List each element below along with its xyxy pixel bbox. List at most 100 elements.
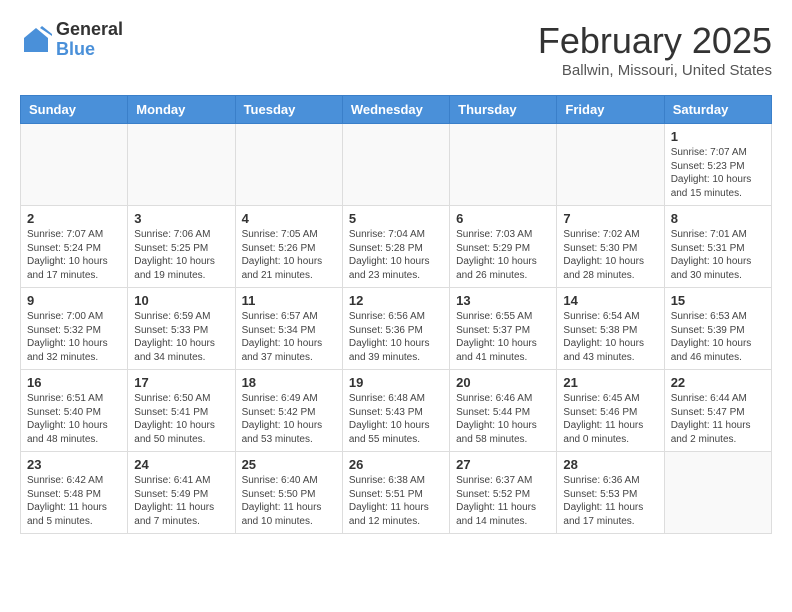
day-number: 8 bbox=[671, 211, 765, 226]
calendar-cell: 28 Sunrise: 6:36 AMSunset: 5:53 PMDayligh… bbox=[557, 452, 664, 534]
day-info: Sunrise: 6:54 AMSunset: 5:38 PMDaylight:… bbox=[563, 310, 657, 364]
day-info: Sunrise: 7:05 AMSunset: 5:26 PMDaylight:… bbox=[242, 228, 336, 282]
calendar-header-row: SundayMondayTuesdayWednesdayThursdayFrid… bbox=[21, 96, 772, 124]
calendar-cell: 1 Sunrise: 7:07 AMSunset: 5:23 PMDaylight… bbox=[664, 124, 771, 206]
calendar-week-row: 9 Sunrise: 7:00 AMSunset: 5:32 PMDaylight… bbox=[21, 288, 772, 370]
day-number: 28 bbox=[563, 457, 657, 472]
day-info: Sunrise: 6:49 AMSunset: 5:42 PMDaylight:… bbox=[242, 392, 336, 446]
day-number: 5 bbox=[349, 211, 443, 226]
day-info: Sunrise: 6:37 AMSunset: 5:52 PMDaylight:… bbox=[456, 474, 550, 528]
calendar-cell: 4 Sunrise: 7:05 AMSunset: 5:26 PMDaylight… bbox=[235, 206, 342, 288]
day-info: Sunrise: 7:03 AMSunset: 5:29 PMDaylight:… bbox=[456, 228, 550, 282]
calendar-cell: 23Sunrise: 6:42 AMSunset: 5:48 PMDayligh… bbox=[21, 452, 128, 534]
calendar-cell: 17 Sunrise: 6:50 AMSunset: 5:41 PMDayligh… bbox=[128, 370, 235, 452]
day-info: Sunrise: 6:57 AMSunset: 5:34 PMDaylight:… bbox=[242, 310, 336, 364]
day-info: Sunrise: 6:36 AMSunset: 5:53 PMDaylight:… bbox=[563, 474, 657, 528]
calendar-cell: 12 Sunrise: 6:56 AMSunset: 5:36 PMDayligh… bbox=[342, 288, 449, 370]
calendar-cell: 13 Sunrise: 6:55 AMSunset: 5:37 PMDayligh… bbox=[450, 288, 557, 370]
day-number: 4 bbox=[242, 211, 336, 226]
day-number: 25 bbox=[242, 457, 336, 472]
day-info: Sunrise: 7:04 AMSunset: 5:28 PMDaylight:… bbox=[349, 228, 443, 282]
calendar-cell: 11 Sunrise: 6:57 AMSunset: 5:34 PMDayligh… bbox=[235, 288, 342, 370]
day-info: Sunrise: 6:56 AMSunset: 5:36 PMDaylight:… bbox=[349, 310, 443, 364]
day-number: 2 bbox=[27, 211, 121, 226]
day-number: 19 bbox=[349, 375, 443, 390]
day-number: 24 bbox=[134, 457, 228, 472]
calendar-week-row: 1 Sunrise: 7:07 AMSunset: 5:23 PMDaylight… bbox=[21, 124, 772, 206]
calendar-cell: 26Sunrise: 6:38 AMSunset: 5:51 PMDayligh… bbox=[342, 452, 449, 534]
day-info: Sunrise: 6:42 AMSunset: 5:48 PMDaylight:… bbox=[27, 474, 121, 528]
day-info: Sunrise: 7:07 AMSunset: 5:23 PMDaylight:… bbox=[671, 146, 765, 200]
logo-icon bbox=[20, 24, 52, 56]
calendar-cell bbox=[342, 124, 449, 206]
day-info: Sunrise: 6:55 AMSunset: 5:37 PMDaylight:… bbox=[456, 310, 550, 364]
day-info: Sunrise: 6:44 AMSunset: 5:47 PMDaylight:… bbox=[671, 392, 765, 446]
day-number: 3 bbox=[134, 211, 228, 226]
weekday-header-monday: Monday bbox=[128, 96, 235, 124]
calendar-cell bbox=[21, 124, 128, 206]
day-number: 22 bbox=[671, 375, 765, 390]
day-info: Sunrise: 7:00 AMSunset: 5:32 PMDaylight:… bbox=[27, 310, 121, 364]
calendar-cell: 16Sunrise: 6:51 AMSunset: 5:40 PMDayligh… bbox=[21, 370, 128, 452]
day-info: Sunrise: 7:06 AMSunset: 5:25 PMDaylight:… bbox=[134, 228, 228, 282]
calendar-cell: 22 Sunrise: 6:44 AMSunset: 5:47 PMDayligh… bbox=[664, 370, 771, 452]
calendar-cell: 25 Sunrise: 6:40 AMSunset: 5:50 PMDayligh… bbox=[235, 452, 342, 534]
calendar-cell: 5 Sunrise: 7:04 AMSunset: 5:28 PMDaylight… bbox=[342, 206, 449, 288]
logo-text: General Blue bbox=[56, 20, 123, 60]
weekday-header-saturday: Saturday bbox=[664, 96, 771, 124]
month-year-title: February 2025 bbox=[538, 20, 772, 62]
weekday-header-sunday: Sunday bbox=[21, 96, 128, 124]
calendar-cell bbox=[664, 452, 771, 534]
page-header: General Blue February 2025 Ballwin, Miss… bbox=[20, 20, 772, 79]
day-number: 13 bbox=[456, 293, 550, 308]
calendar-cell: 3 Sunrise: 7:06 AMSunset: 5:25 PMDaylight… bbox=[128, 206, 235, 288]
day-info: Sunrise: 6:40 AMSunset: 5:50 PMDaylight:… bbox=[242, 474, 336, 528]
day-info: Sunrise: 7:01 AMSunset: 5:31 PMDaylight:… bbox=[671, 228, 765, 282]
day-info: Sunrise: 6:38 AMSunset: 5:51 PMDaylight:… bbox=[349, 474, 443, 528]
calendar-cell bbox=[128, 124, 235, 206]
calendar-cell: 10 Sunrise: 6:59 AMSunset: 5:33 PMDayligh… bbox=[128, 288, 235, 370]
day-number: 7 bbox=[563, 211, 657, 226]
day-number: 12 bbox=[349, 293, 443, 308]
logo-general-text: General bbox=[56, 20, 123, 40]
day-number: 11 bbox=[242, 293, 336, 308]
calendar-cell bbox=[450, 124, 557, 206]
calendar-cell: 2Sunrise: 7:07 AMSunset: 5:24 PMDaylight… bbox=[21, 206, 128, 288]
calendar-cell: 24Sunrise: 6:41 AMSunset: 5:49 PMDayligh… bbox=[128, 452, 235, 534]
calendar-cell: 20 Sunrise: 6:46 AMSunset: 5:44 PMDayligh… bbox=[450, 370, 557, 452]
calendar-cell: 8 Sunrise: 7:01 AMSunset: 5:31 PMDaylight… bbox=[664, 206, 771, 288]
logo: General Blue bbox=[20, 20, 123, 60]
day-number: 15 bbox=[671, 293, 765, 308]
day-info: Sunrise: 6:48 AMSunset: 5:43 PMDaylight:… bbox=[349, 392, 443, 446]
calendar-cell: 6Sunrise: 7:03 AMSunset: 5:29 PMDaylight… bbox=[450, 206, 557, 288]
calendar-cell bbox=[557, 124, 664, 206]
calendar-week-row: 16Sunrise: 6:51 AMSunset: 5:40 PMDayligh… bbox=[21, 370, 772, 452]
day-info: Sunrise: 7:02 AMSunset: 5:30 PMDaylight:… bbox=[563, 228, 657, 282]
weekday-header-friday: Friday bbox=[557, 96, 664, 124]
day-info: Sunrise: 6:59 AMSunset: 5:33 PMDaylight:… bbox=[134, 310, 228, 364]
calendar-cell: 7 Sunrise: 7:02 AMSunset: 5:30 PMDaylight… bbox=[557, 206, 664, 288]
day-info: Sunrise: 6:45 AMSunset: 5:46 PMDaylight:… bbox=[563, 392, 657, 446]
day-number: 16 bbox=[27, 375, 121, 390]
calendar-cell: 9 Sunrise: 7:00 AMSunset: 5:32 PMDaylight… bbox=[21, 288, 128, 370]
weekday-header-thursday: Thursday bbox=[450, 96, 557, 124]
day-number: 9 bbox=[27, 293, 121, 308]
location-subtitle: Ballwin, Missouri, United States bbox=[538, 62, 772, 79]
calendar-week-row: 23Sunrise: 6:42 AMSunset: 5:48 PMDayligh… bbox=[21, 452, 772, 534]
day-number: 10 bbox=[134, 293, 228, 308]
title-section: February 2025 Ballwin, Missouri, United … bbox=[538, 20, 772, 79]
day-number: 20 bbox=[456, 375, 550, 390]
logo-blue-text: Blue bbox=[56, 40, 123, 60]
day-number: 1 bbox=[671, 129, 765, 144]
calendar-cell bbox=[235, 124, 342, 206]
calendar-week-row: 2Sunrise: 7:07 AMSunset: 5:24 PMDaylight… bbox=[21, 206, 772, 288]
day-info: Sunrise: 6:46 AMSunset: 5:44 PMDaylight:… bbox=[456, 392, 550, 446]
day-info: Sunrise: 6:50 AMSunset: 5:41 PMDaylight:… bbox=[134, 392, 228, 446]
calendar-cell: 15 Sunrise: 6:53 AMSunset: 5:39 PMDayligh… bbox=[664, 288, 771, 370]
day-number: 14 bbox=[563, 293, 657, 308]
day-number: 18 bbox=[242, 375, 336, 390]
calendar-cell: 27 Sunrise: 6:37 AMSunset: 5:52 PMDayligh… bbox=[450, 452, 557, 534]
day-info: Sunrise: 6:53 AMSunset: 5:39 PMDaylight:… bbox=[671, 310, 765, 364]
day-number: 27 bbox=[456, 457, 550, 472]
day-number: 17 bbox=[134, 375, 228, 390]
